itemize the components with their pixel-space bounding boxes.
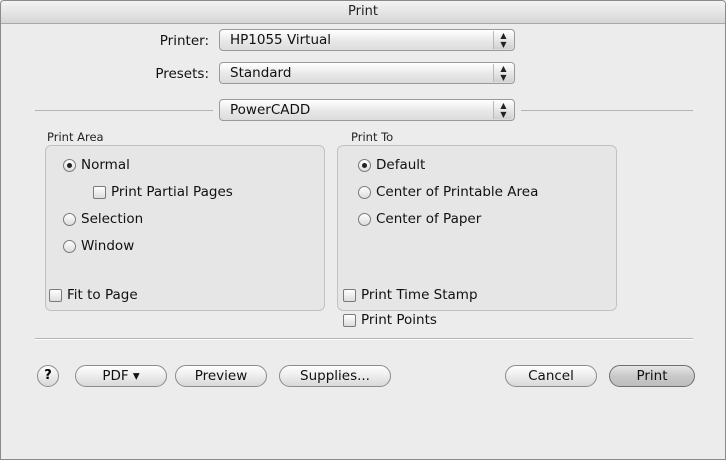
supplies-button[interactable]: Supplies... bbox=[279, 365, 391, 387]
presets-popup[interactable]: Standard ▲ ▼ bbox=[219, 62, 515, 84]
popup-arrows-icon: ▲ ▼ bbox=[493, 64, 513, 82]
panel-popup[interactable]: PowerCADD ▲ ▼ bbox=[219, 99, 515, 121]
checkbox-fit-to-page[interactable]: Fit to Page bbox=[49, 287, 138, 303]
radio-icon bbox=[63, 240, 76, 253]
radio-window[interactable]: Window bbox=[63, 238, 134, 254]
panel-value: PowerCADD bbox=[230, 102, 311, 118]
checkbox-print-time-stamp[interactable]: Print Time Stamp bbox=[343, 287, 478, 303]
print-partial-pages-label: Print Partial Pages bbox=[111, 184, 233, 200]
radio-normal[interactable]: Normal bbox=[63, 157, 130, 173]
checkbox-print-points[interactable]: Print Points bbox=[343, 312, 437, 328]
print-points-label: Print Points bbox=[361, 312, 437, 328]
checkbox-icon bbox=[49, 289, 62, 302]
print-area-title: Print Area bbox=[47, 130, 104, 144]
fit-to-page-label: Fit to Page bbox=[67, 287, 138, 303]
radio-selected-icon bbox=[358, 159, 371, 172]
radio-selected-icon bbox=[63, 159, 76, 172]
window-title: Print bbox=[1, 1, 725, 24]
cancel-button[interactable]: Cancel bbox=[505, 365, 597, 387]
radio-icon bbox=[63, 213, 76, 226]
preview-button[interactable]: Preview bbox=[175, 365, 267, 387]
pdf-button[interactable]: PDF ▾ bbox=[75, 365, 167, 387]
radio-selection[interactable]: Selection bbox=[63, 211, 143, 227]
print-dialog: Print Printer: HP1055 Virtual ▲ ▼ Presets… bbox=[0, 0, 726, 460]
radio-normal-label: Normal bbox=[81, 157, 130, 173]
separator-bottom-highlight bbox=[35, 339, 693, 340]
radio-default-label: Default bbox=[376, 157, 426, 173]
radio-selection-label: Selection bbox=[81, 211, 144, 227]
radio-icon bbox=[358, 213, 371, 226]
checkbox-icon bbox=[343, 289, 356, 302]
radio-icon bbox=[358, 186, 371, 199]
radio-default[interactable]: Default bbox=[358, 157, 425, 173]
radio-window-label: Window bbox=[81, 238, 135, 254]
popup-arrows-icon: ▲ ▼ bbox=[493, 31, 513, 49]
printer-popup[interactable]: HP1055 Virtual ▲ ▼ bbox=[219, 29, 515, 51]
print-to-title: Print To bbox=[351, 130, 394, 144]
popup-arrows-icon: ▲ ▼ bbox=[493, 101, 513, 119]
help-button[interactable]: ? bbox=[37, 365, 59, 387]
radio-center-of-paper-label: Center of Paper bbox=[376, 211, 482, 227]
checkbox-icon bbox=[343, 314, 356, 327]
radio-center-of-paper[interactable]: Center of Paper bbox=[358, 211, 481, 227]
radio-center-printable-area[interactable]: Center of Printable Area bbox=[358, 184, 538, 200]
checkbox-print-partial-pages[interactable]: Print Partial Pages bbox=[93, 184, 233, 200]
printer-value: HP1055 Virtual bbox=[230, 32, 332, 48]
print-time-stamp-label: Print Time Stamp bbox=[361, 287, 478, 303]
printer-label: Printer: bbox=[159, 33, 209, 49]
radio-center-printable-area-label: Center of Printable Area bbox=[376, 184, 539, 200]
separator-left bbox=[35, 110, 213, 111]
separator-right bbox=[521, 110, 693, 111]
print-button[interactable]: Print bbox=[609, 365, 695, 387]
checkbox-icon bbox=[93, 186, 106, 199]
presets-label: Presets: bbox=[155, 66, 209, 82]
presets-value: Standard bbox=[230, 65, 292, 81]
